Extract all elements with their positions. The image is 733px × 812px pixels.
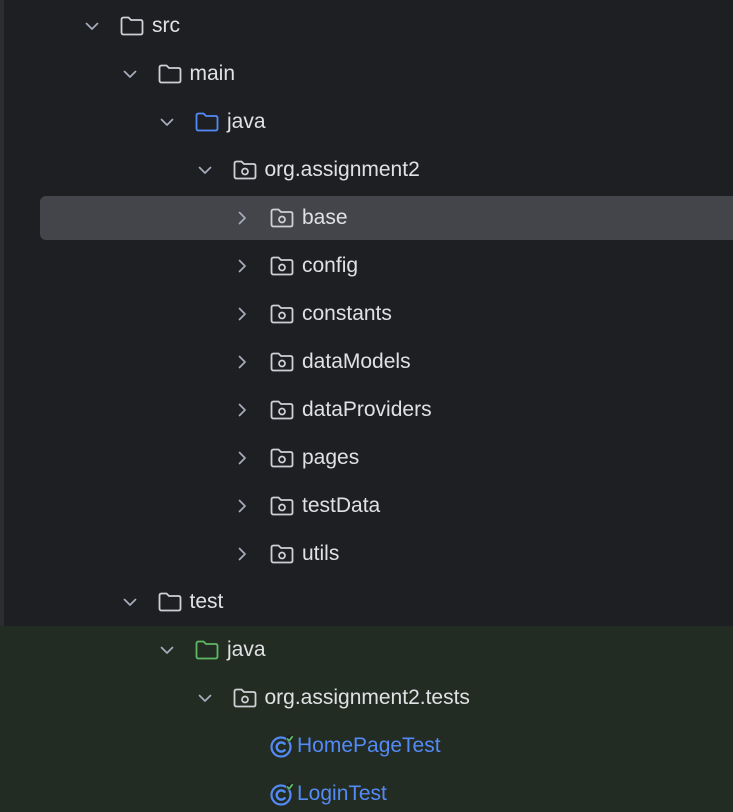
test-class-icon — [269, 770, 295, 812]
tree-node-label: java — [227, 638, 266, 661]
test-class-icon — [269, 722, 295, 770]
package-icon — [232, 674, 258, 722]
tree-node-label: java — [227, 110, 266, 133]
tree-node-label: LoginTest — [297, 782, 387, 805]
tree-node-config[interactable]: config — [0, 242, 733, 290]
package-icon — [269, 194, 295, 242]
package-icon — [269, 242, 295, 290]
tree-node-java[interactable]: java — [0, 626, 733, 674]
tree-node-label: utils — [302, 542, 340, 565]
chevron-down-icon[interactable] — [119, 50, 141, 98]
tree-node-label: testData — [302, 494, 381, 517]
package-icon — [269, 290, 295, 338]
tree-node-base[interactable]: base — [0, 194, 733, 242]
test-root-folder-icon — [194, 626, 220, 674]
chevron-right-icon[interactable] — [231, 386, 253, 434]
selection-highlight — [40, 196, 733, 240]
tree-node-label: HomePageTest — [297, 734, 441, 757]
tree-node-label: dataProviders — [302, 398, 432, 421]
tree-node-label: dataModels — [302, 350, 411, 373]
tree-node-pages[interactable]: pages — [0, 434, 733, 482]
tree-node-utils[interactable]: utils — [0, 530, 733, 578]
tree-node-label: pages — [302, 446, 360, 469]
chevron-right-icon[interactable] — [231, 338, 253, 386]
tree-node-test[interactable]: test — [0, 578, 733, 626]
chevron-down-icon[interactable] — [194, 674, 216, 722]
tree-node-label: test — [189, 590, 224, 613]
tree-node-label: org.assignment2 — [264, 158, 420, 181]
chevron-right-icon[interactable] — [231, 482, 253, 530]
chevron-right-icon[interactable] — [231, 194, 253, 242]
tree-node-label: src — [152, 14, 180, 37]
package-icon — [232, 146, 258, 194]
chevron-down-icon[interactable] — [194, 146, 216, 194]
package-icon — [269, 338, 295, 386]
folder-icon — [157, 50, 183, 98]
tree-node-org-assignment2-tests[interactable]: org.assignment2.tests — [0, 674, 733, 722]
tree-node-label: main — [189, 62, 236, 85]
tree-node-label: config — [302, 254, 359, 277]
tree-node-org-assignment2[interactable]: org.assignment2 — [0, 146, 733, 194]
chevron-down-icon[interactable] — [156, 98, 178, 146]
tree-node-java[interactable]: java — [0, 98, 733, 146]
folder-icon — [119, 2, 145, 50]
tree-node-testdata[interactable]: testData — [0, 482, 733, 530]
package-icon — [269, 482, 295, 530]
chevron-down-icon[interactable] — [119, 578, 141, 626]
chevron-right-icon[interactable] — [231, 530, 253, 578]
project-tree: src main java org.assignment2 base config cons… — [0, 0, 733, 812]
tree-node-homepagetest[interactable]: HomePageTest — [0, 722, 733, 770]
tree-node-label: org.assignment2.tests — [264, 686, 470, 709]
chevron-right-icon[interactable] — [231, 242, 253, 290]
package-icon — [269, 434, 295, 482]
package-icon — [269, 530, 295, 578]
tree-node-src[interactable]: src — [0, 2, 733, 50]
tree-node-datamodels[interactable]: dataModels — [0, 338, 733, 386]
tree-node-main[interactable]: main — [0, 50, 733, 98]
chevron-right-icon[interactable] — [231, 434, 253, 482]
folder-icon — [157, 578, 183, 626]
chevron-down-icon[interactable] — [156, 626, 178, 674]
package-icon — [269, 386, 295, 434]
tree-node-label: base — [302, 206, 348, 229]
tree-node-label: constants — [302, 302, 392, 325]
chevron-right-icon[interactable] — [231, 290, 253, 338]
tree-node-logintest[interactable]: LoginTest — [0, 770, 733, 812]
source-root-folder-icon — [194, 98, 220, 146]
tree-node-constants[interactable]: constants — [0, 290, 733, 338]
chevron-down-icon[interactable] — [81, 2, 103, 50]
tree-node-dataproviders[interactable]: dataProviders — [0, 386, 733, 434]
